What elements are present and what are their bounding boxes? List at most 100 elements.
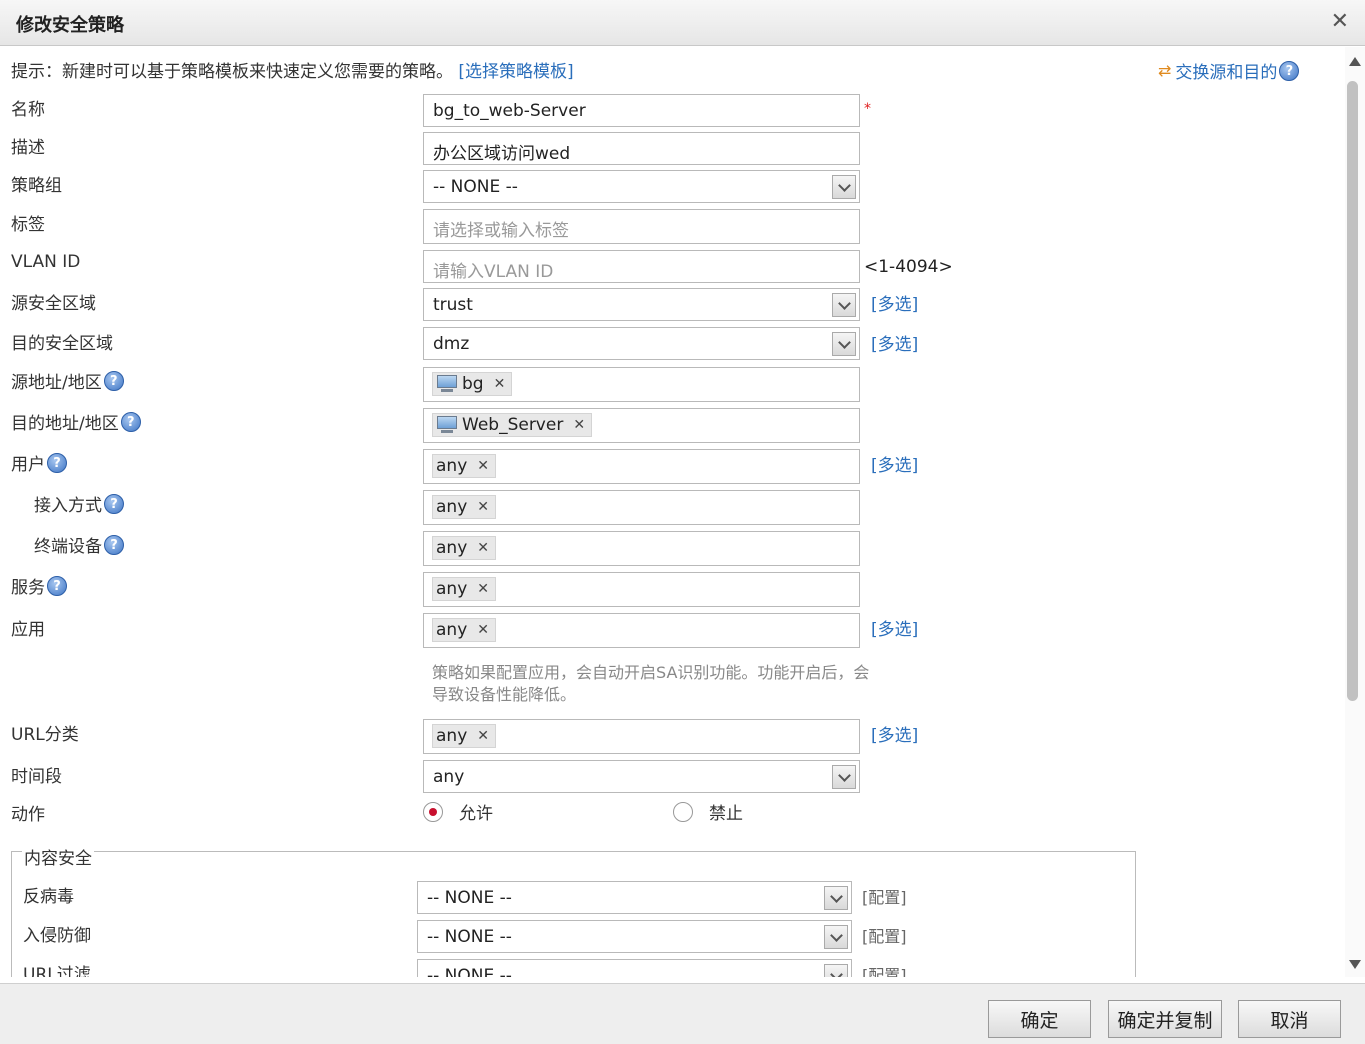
time-range-label: 时间段 — [11, 767, 62, 787]
chevron-down-icon[interactable] — [832, 765, 856, 789]
required-mark: * — [864, 101, 871, 117]
chevron-down-icon[interactable] — [824, 925, 848, 949]
address-chip: Web_Server ✕ — [432, 413, 593, 437]
time-range-value: any — [433, 767, 465, 787]
scroll-thumb[interactable] — [1347, 81, 1358, 701]
tip-text: 提示：新建时可以基于策略模板来快速定义您需要的策略。 [选择策略模板] — [11, 57, 574, 82]
policy-group-value: -- NONE -- — [433, 177, 518, 197]
ok-button[interactable]: 确定 — [988, 1000, 1091, 1038]
close-icon[interactable]: ✕ — [1331, 9, 1349, 34]
allow-label: 允许 — [459, 804, 493, 824]
url-filter-label: URL过滤 — [23, 965, 91, 977]
scroll-up-icon[interactable] — [1349, 57, 1361, 66]
content-security-legend: 内容安全 — [22, 844, 94, 869]
vertical-scrollbar[interactable] — [1345, 47, 1365, 977]
ips-select[interactable]: -- NONE -- — [417, 920, 852, 953]
antivirus-select[interactable]: -- NONE -- — [417, 881, 852, 914]
ips-config-link[interactable]: [配置] — [862, 923, 907, 947]
dst-zone-label: 目的安全区域 — [11, 334, 113, 354]
dst-addr-input[interactable]: Web_Server ✕ — [423, 408, 860, 443]
url-filter-config-link[interactable]: [配置] — [862, 962, 907, 977]
src-addr-input[interactable]: bg ✕ — [423, 367, 860, 402]
remove-icon[interactable]: ✕ — [477, 622, 489, 638]
swap-label: 交换源和目的 — [1175, 63, 1278, 83]
user-label-text: 用户 — [11, 455, 45, 475]
name-input[interactable]: bg_to_web-Server — [423, 94, 860, 127]
help-icon[interactable]: ? — [103, 370, 124, 391]
remove-icon[interactable]: ✕ — [477, 728, 489, 744]
help-icon[interactable]: ? — [1279, 60, 1300, 81]
tags-input[interactable]: 请选择或输入标签 — [423, 209, 860, 244]
remove-icon[interactable]: ✕ — [477, 499, 489, 515]
any-chip: any ✕ — [432, 618, 496, 642]
tip-message: 提示：新建时可以基于策略模板来快速定义您需要的策略。 — [11, 62, 453, 82]
chip-text: any — [436, 579, 468, 599]
dst-addr-label: 目的地址/地区 ? — [11, 409, 141, 434]
antivirus-config-link[interactable]: [配置] — [862, 884, 907, 908]
terminal-input[interactable]: any ✕ — [423, 531, 860, 566]
description-label: 描述 — [11, 138, 45, 158]
src-zone-label: 源安全区域 — [11, 294, 96, 314]
chevron-down-icon[interactable] — [832, 332, 856, 356]
any-chip: any ✕ — [432, 454, 496, 478]
any-chip: any ✕ — [432, 536, 496, 560]
access-mode-label: 接入方式 ? — [34, 491, 124, 516]
application-input[interactable]: any ✕ — [423, 613, 860, 648]
help-icon[interactable]: ? — [104, 534, 124, 555]
access-mode-label-text: 接入方式 — [34, 496, 102, 516]
url-category-label: URL分类 — [11, 725, 79, 745]
time-range-select[interactable]: any — [423, 760, 860, 793]
user-label: 用户 ? — [11, 450, 67, 475]
src-zone-multi-link[interactable]: [多选] — [871, 290, 918, 315]
chevron-down-icon[interactable] — [832, 293, 856, 317]
dialog-footer: 确定 确定并复制 取消 — [0, 983, 1365, 1044]
swap-arrows-icon: ⇄ — [1158, 61, 1172, 80]
radio-selected-icon — [423, 801, 443, 822]
radio-empty-icon — [673, 801, 693, 822]
chip-text: any — [436, 456, 468, 476]
action-deny-radio[interactable]: 禁止 — [673, 799, 743, 824]
application-multi-link[interactable]: [多选] — [871, 615, 918, 640]
help-icon[interactable]: ? — [104, 493, 124, 514]
ips-value: -- NONE -- — [427, 927, 512, 947]
chevron-down-icon[interactable] — [824, 964, 848, 977]
help-icon[interactable]: ? — [47, 452, 67, 473]
remove-icon[interactable]: ✕ — [494, 376, 506, 392]
scroll-down-icon[interactable] — [1349, 960, 1361, 969]
access-mode-input[interactable]: any ✕ — [423, 490, 860, 525]
dialog-content[interactable]: 提示：新建时可以基于策略模板来快速定义您需要的策略。 [选择策略模板] ⇄ 交换… — [0, 47, 1345, 977]
remove-icon[interactable]: ✕ — [477, 581, 489, 597]
user-multi-link[interactable]: [多选] — [871, 451, 918, 476]
help-icon[interactable]: ? — [120, 411, 141, 432]
src-zone-select[interactable]: trust — [423, 288, 860, 321]
remove-icon[interactable]: ✕ — [573, 417, 585, 433]
chip-text: any — [436, 538, 468, 558]
chevron-down-icon[interactable] — [832, 175, 856, 199]
url-category-input[interactable]: any ✕ — [423, 719, 860, 754]
remove-icon[interactable]: ✕ — [477, 458, 489, 474]
ok-and-copy-button[interactable]: 确定并复制 — [1108, 1000, 1222, 1038]
action-allow-radio[interactable]: 允许 — [423, 799, 493, 824]
description-input[interactable]: 办公区域访问wed — [423, 132, 860, 165]
url-category-multi-link[interactable]: [多选] — [871, 721, 918, 746]
chip-text: any — [436, 620, 468, 640]
policy-group-select[interactable]: -- NONE -- — [423, 170, 860, 203]
cancel-button[interactable]: 取消 — [1238, 1000, 1341, 1038]
dst-zone-multi-link[interactable]: [多选] — [871, 330, 918, 355]
application-note: 策略如果配置应用，会自动开启SA识别功能。功能开启后，会导致设备性能降低。 — [432, 663, 870, 704]
swap-src-dst-link[interactable]: ⇄ 交换源和目的 ? — [1158, 58, 1300, 83]
chip-text: Web_Server — [462, 415, 564, 435]
select-template-link[interactable]: [选择策略模板] — [458, 62, 573, 82]
help-icon[interactable]: ? — [47, 575, 67, 596]
vlan-id-input[interactable]: 请输入VLAN ID — [423, 250, 860, 283]
service-input[interactable]: any ✕ — [423, 572, 860, 607]
computer-icon — [436, 416, 458, 434]
remove-icon[interactable]: ✕ — [477, 540, 489, 556]
antivirus-value: -- NONE -- — [427, 888, 512, 908]
tags-label: 标签 — [11, 215, 45, 235]
url-filter-select[interactable]: -- NONE -- — [417, 959, 852, 977]
user-input[interactable]: any ✕ — [423, 449, 860, 484]
chevron-down-icon[interactable] — [824, 886, 848, 910]
antivirus-label: 反病毒 — [23, 887, 74, 907]
dst-zone-select[interactable]: dmz — [423, 327, 860, 360]
